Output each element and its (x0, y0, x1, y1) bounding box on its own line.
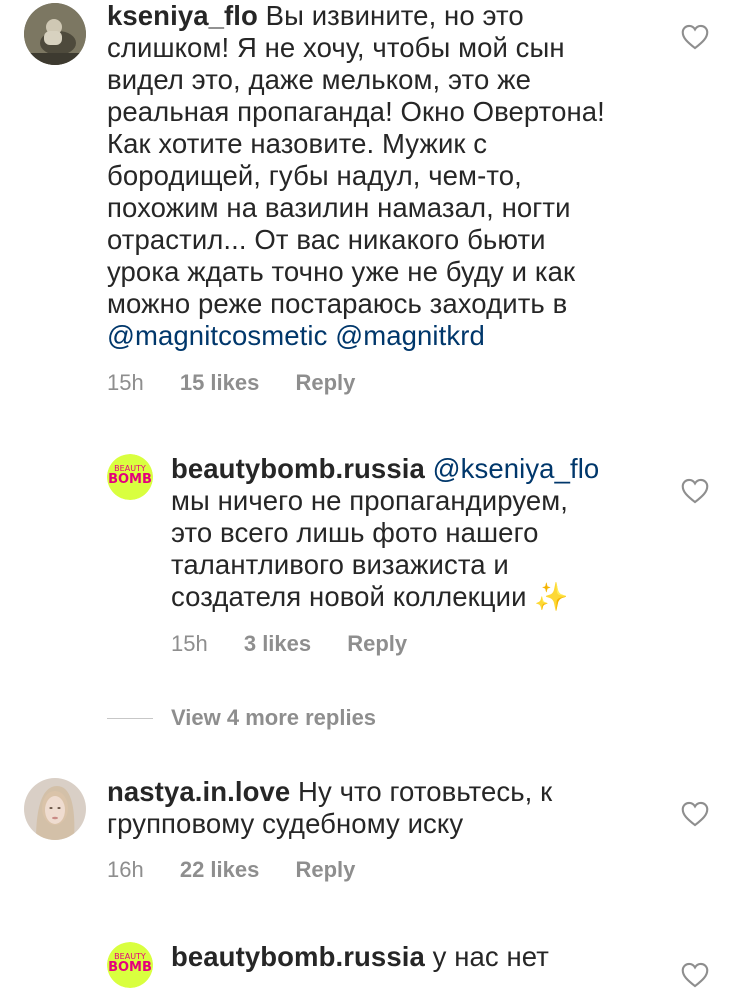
comment-line: бородищей, губы надул, чем-то, (107, 160, 522, 191)
reply-button[interactable]: Reply (347, 631, 407, 657)
likes-count[interactable]: 22 likes (180, 857, 260, 883)
timestamp: 15h (171, 631, 208, 656)
comment-text: nastya.in.love Ну что готовьтесь, к груп… (107, 776, 667, 840)
username[interactable]: nastya.in.love (107, 776, 290, 807)
mention-links[interactable]: @magnitcosmetic @magnitkrd (107, 320, 667, 352)
comment-line: у нас нет (432, 941, 549, 972)
avatar-photo-icon (24, 3, 86, 65)
comment-line: можно реже постараюсь заходить в (107, 288, 568, 319)
mention-link[interactable]: @kseniya_flo (433, 453, 600, 484)
view-more-replies-button[interactable]: View 4 more replies (107, 703, 376, 733)
comment-line: слишком! Я не хочу, чтобы мой сын (107, 32, 565, 63)
username[interactable]: beautybomb.russia (171, 453, 425, 484)
reply-button[interactable]: Reply (295, 370, 355, 396)
avatar[interactable] (24, 778, 86, 840)
comment-line: талантливого визажиста и (171, 549, 509, 580)
likes-count[interactable]: 3 likes (244, 631, 311, 657)
heart-icon[interactable] (681, 24, 709, 50)
logo-text: BOMB (108, 472, 152, 487)
comment-meta: 15h 3 likes Reply (171, 631, 407, 657)
comment-line: групповому судебному иску (107, 808, 464, 839)
comment-text: beautybomb.russia у нас нет (171, 941, 651, 973)
comment-meta: 15h 15 likes Reply (107, 370, 355, 396)
heart-icon[interactable] (681, 478, 709, 504)
heart-icon[interactable] (681, 962, 709, 988)
avatar[interactable]: BEAUTY BOMB (107, 454, 153, 500)
comment-line: отрастил... От вас никакого бьюти (107, 224, 546, 255)
likes-count[interactable]: 15 likes (180, 370, 260, 396)
avatar[interactable] (24, 3, 86, 65)
comment-line: Вы извините, но это (265, 0, 524, 31)
comment-text: kseniya_flo Вы извините, но это слишком!… (107, 0, 667, 352)
heart-icon[interactable] (681, 801, 709, 827)
divider (107, 717, 153, 719)
comment-text: beautybomb.russia @kseniya_flo мы ничего… (171, 453, 651, 613)
beautybomb-logo-icon: BEAUTY BOMB (107, 942, 153, 988)
reply-button[interactable]: Reply (295, 857, 355, 883)
username[interactable]: beautybomb.russia (171, 941, 425, 972)
view-more-label: View 4 more replies (171, 705, 377, 730)
comment-line: мы ничего не пропагандируем, (171, 485, 569, 516)
beautybomb-logo-icon: BEAUTY BOMB (107, 454, 153, 500)
comment-line: видел это, даже мельком, это же (107, 64, 531, 95)
timestamp: 15h (107, 370, 144, 395)
logo-text: BOMB (108, 960, 152, 975)
comment-line: создателя новой коллекции ✨ (171, 581, 569, 612)
timestamp: 16h (107, 857, 144, 882)
username[interactable]: kseniya_flo (107, 0, 258, 31)
comment-meta: 16h 22 likes Reply (107, 857, 355, 883)
comment-line: это всего лишь фото нашего (171, 517, 539, 548)
avatar[interactable]: BEAUTY BOMB (107, 942, 153, 988)
comment-line: похожим на вазилин намазал, ногти (107, 192, 571, 223)
comment-line: Как хотите назовите. Мужик с (107, 128, 488, 159)
comment-line: урока ждать точно уже не буду и как (107, 256, 576, 287)
avatar-photo-icon (24, 778, 86, 840)
comment-line: реальная пропаганда! Окно Овертона! (107, 96, 605, 127)
comment-line: Ну что готовьтесь, к (298, 776, 553, 807)
